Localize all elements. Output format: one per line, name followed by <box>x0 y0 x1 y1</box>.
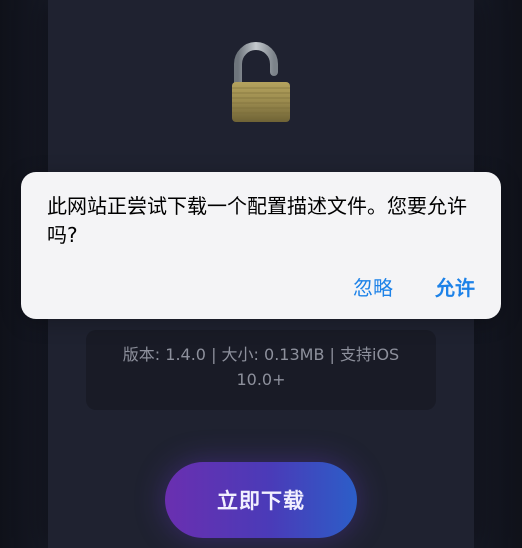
allow-button[interactable]: 允许 <box>435 272 475 301</box>
ignore-button[interactable]: 忽略 <box>353 272 393 301</box>
alert-message: 此网站正尝试下载一个配置描述文件。您要允许吗? <box>47 194 467 247</box>
app-info-box: 版本: 1.4.0 | 大小: 0.13MB | 支持iOS 10.0+ <box>86 330 436 410</box>
page: 版本: 1.4.0 | 大小: 0.13MB | 支持iOS 10.0+ 立即下… <box>0 0 522 548</box>
profile-download-alert: 此网站正尝试下载一个配置描述文件。您要允许吗? 忽略 允许 <box>21 172 501 319</box>
download-now-button[interactable]: 立即下载 <box>165 462 357 538</box>
app-info-text: 版本: 1.4.0 | 大小: 0.13MB | 支持iOS 10.0+ <box>122 345 400 389</box>
open-padlock-icon <box>232 42 290 122</box>
alert-actions: 忽略 允许 <box>353 272 475 301</box>
